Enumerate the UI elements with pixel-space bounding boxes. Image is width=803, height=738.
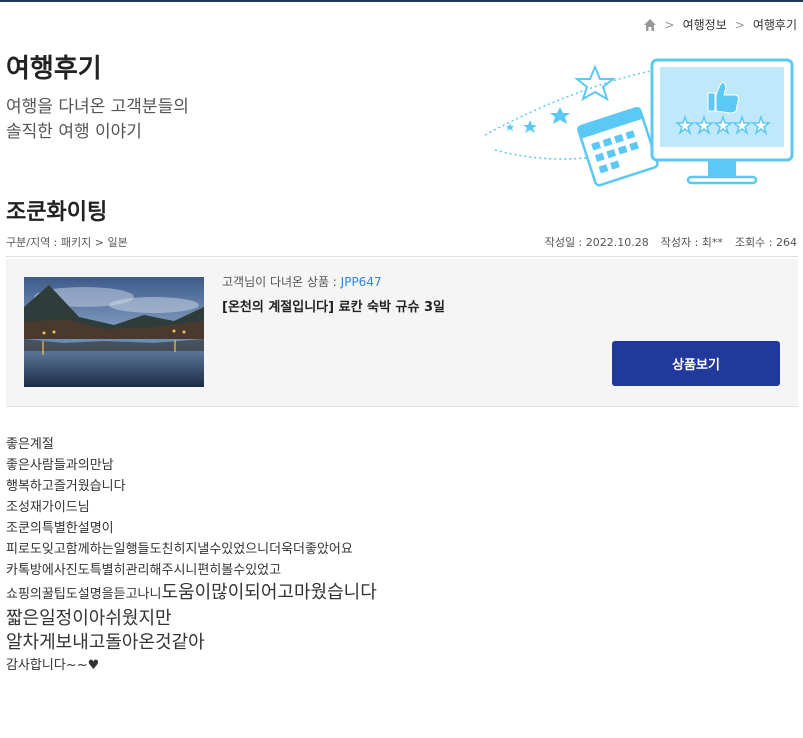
subtitle-line: 솔직한 여행 이야기 [6,122,142,142]
product-image[interactable] [24,277,204,387]
post-date: 작성일 : 2022.10.28 [544,236,649,249]
body-line: 피로도잊고함께하는일행들도친히지낼수있었으니더욱더좋았어요 [6,542,353,557]
body-line: 도움이많이되어고마웠습니다 [161,582,377,603]
chevron-right-icon: > [734,17,745,32]
product-label-row: 고객님이 다녀온 상품 : JPP647 [222,273,445,290]
body-line-mixed: 쇼핑의꿀팁도설명을듣고나니도움이많이되어고마웠습니다 [6,581,377,607]
body-line: 조쿤의특별한설명이 [6,521,114,536]
post-title: 조쿤화이팅 [6,200,108,225]
breadcrumb-item-travel-info[interactable]: 여행정보 [683,16,727,33]
home-icon[interactable] [643,18,657,32]
view-product-button[interactable]: 상품보기 [612,341,780,386]
breadcrumb-item-travel-review[interactable]: 여행후기 [753,16,797,33]
review-illustration [480,55,798,190]
post-meta: 작성일 : 2022.10.28 작성자 : 최** 조회수 : 264 [545,234,797,250]
product-code[interactable]: JPP647 [341,275,382,289]
product-info: 고객님이 다녀온 상품 : JPP647 [온천의 계절입니다] 료칸 숙박 규… [222,273,445,315]
body-line: 감사합니다~~♥ [6,658,100,673]
divider [6,256,798,257]
post-views: 조회수 : 264 [734,236,797,249]
body-line: 행복하고즐거웠습니다 [6,479,126,494]
page-subtitle: 여행을 다녀온 고객분들의 솔직한 여행 이야기 [6,95,189,145]
subtitle-line: 여행을 다녀온 고객분들의 [6,97,189,117]
body-line: 쇼핑의꿀팁도설명을듣고나니 [6,587,162,602]
body-line: 좋은계절 [6,437,54,452]
body-line: 좋은사람들과의만남 [6,458,114,473]
product-label: 고객님이 다녀온 상품 : [222,275,341,289]
product-name[interactable]: [온천의 계절입니다] 료칸 숙박 규슈 3일 [222,296,445,315]
body-line: 조성재가이드님 [6,500,90,515]
product-card: 고객님이 다녀온 상품 : JPP647 [온천의 계절입니다] 료칸 숙박 규… [6,259,798,407]
body-line: 짧은일정이아쉬웠지만 [6,608,172,629]
post-author: 작성자 : 최** [660,236,723,249]
body-line: 알차게보내고돌아온것같아 [6,632,205,653]
top-border [0,0,803,2]
page-title: 여행후기 [6,54,102,84]
body-line: 카톡방에사진도특별히관리해주시니편히볼수있었고 [6,563,282,578]
review-body: 좋은계절 좋은사람들과의만남 행복하고즐거웠습니다 조성재가이드님 조쿤의특별한… [6,434,377,676]
breadcrumb: > 여행정보 > 여행후기 [643,16,797,33]
chevron-right-icon: > [664,17,675,32]
post-category: 구분/지역 : 패키지 > 일본 [6,236,128,249]
